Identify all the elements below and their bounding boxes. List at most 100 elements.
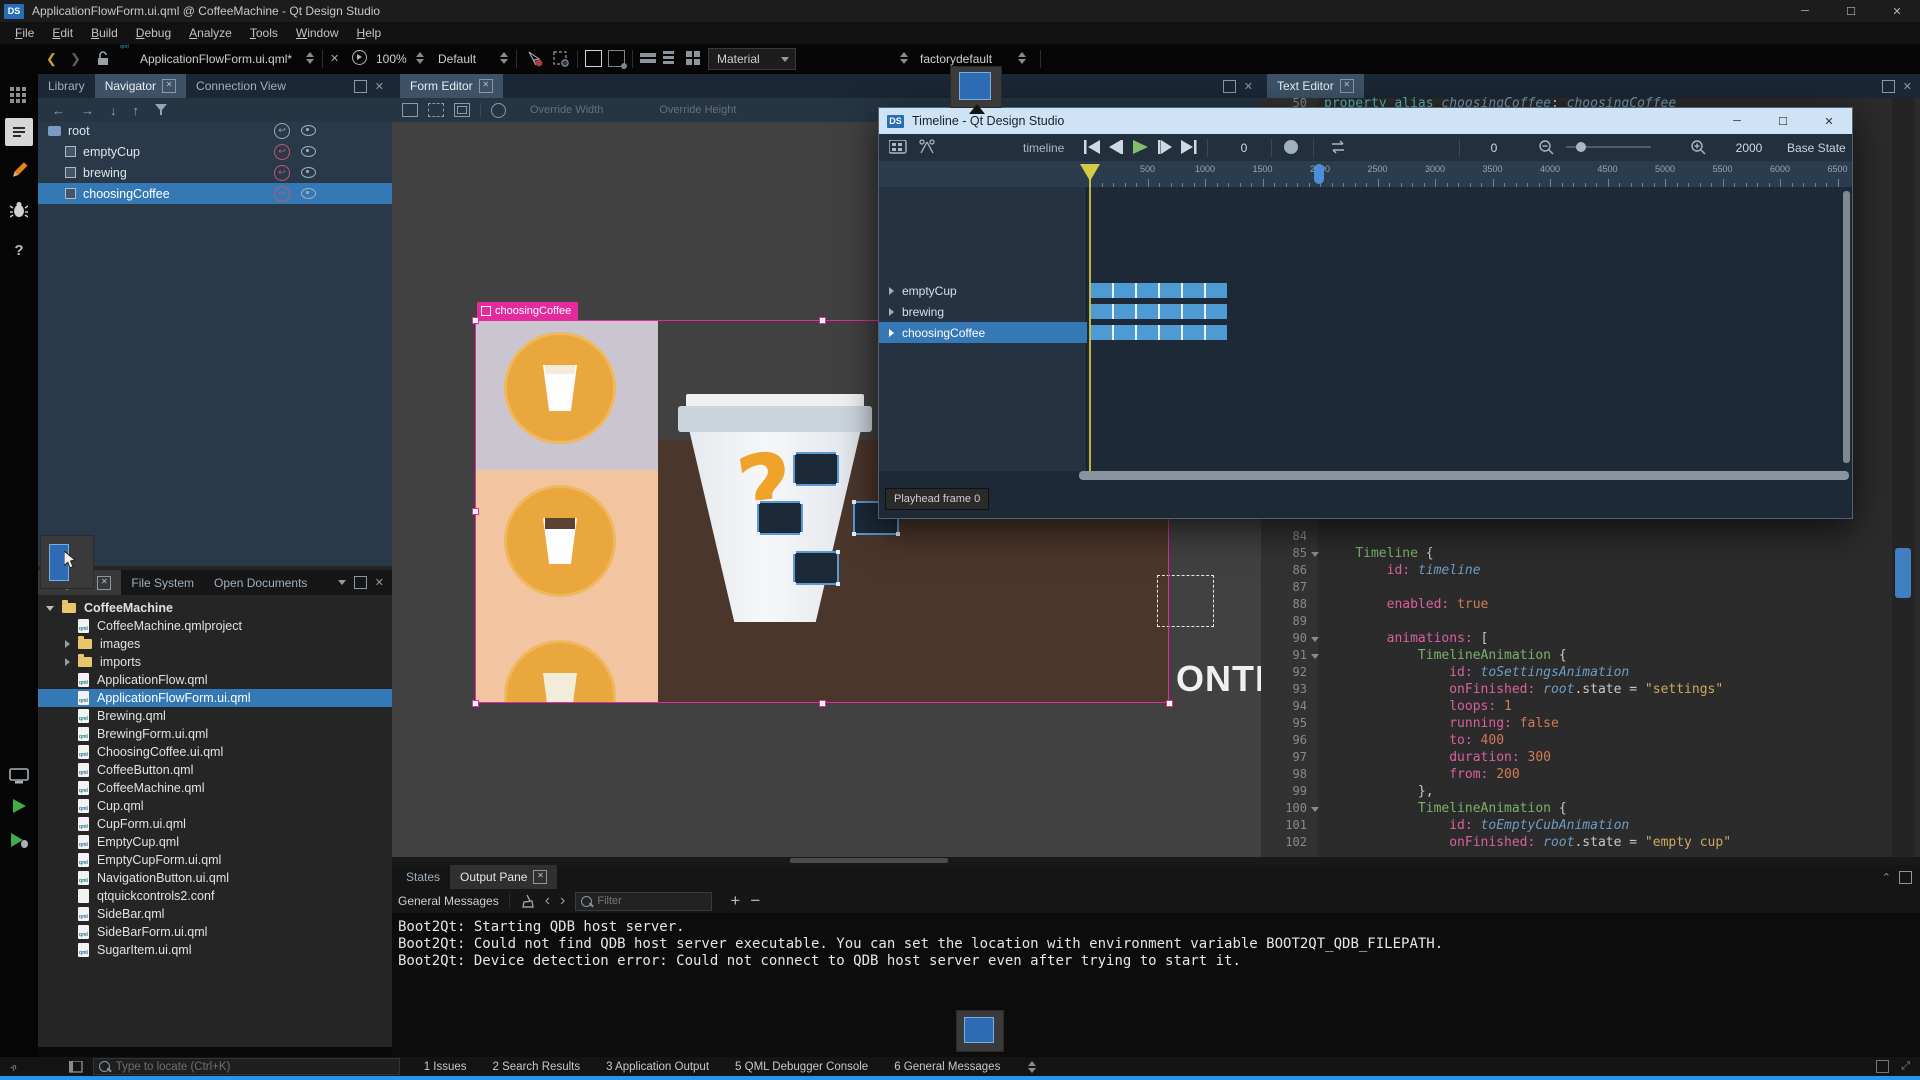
export-cursor-icon[interactable] — [526, 50, 544, 68]
material-dropdown[interactable]: Material — [708, 48, 796, 70]
help-icon[interactable]: ? — [5, 236, 33, 264]
menu-analyze[interactable]: Analyze — [180, 24, 241, 42]
project-file-CoffeeMachine.qml[interactable]: CoffeeMachine.qml — [38, 779, 392, 797]
close-icon[interactable]: ✕ — [533, 870, 547, 884]
project-file-EmptyCupForm.ui.qml[interactable]: EmptyCupForm.ui.qml — [38, 851, 392, 869]
navigator-row-choosingCoffee[interactable]: choosingCoffee ↩ — [38, 183, 392, 204]
snap-anchors-icon[interactable] — [428, 103, 444, 117]
rows-icon[interactable] — [663, 51, 675, 65]
zoom-in-icon[interactable] — [1691, 140, 1706, 155]
float-panel-icon[interactable] — [1223, 80, 1236, 93]
current-frame-field[interactable]: 0 — [1224, 141, 1264, 155]
fold-arrow-icon[interactable] — [1311, 637, 1319, 642]
timeline-window[interactable]: DS Timeline - Qt Design Studio ─ ☐ ✕ tim… — [878, 107, 1853, 519]
project-file-ApplicationFlow.qml[interactable]: ApplicationFlow.qml — [38, 671, 392, 689]
preview-icon[interactable] — [352, 50, 367, 65]
menu-help[interactable]: Help — [348, 24, 391, 42]
playhead-marker[interactable] — [1080, 164, 1100, 181]
move-right-icon[interactable]: → — [81, 103, 94, 118]
snap-margins-icon[interactable] — [454, 103, 470, 117]
close-panel-icon[interactable]: ✕ — [1903, 80, 1912, 93]
timeline-settings-icon[interactable] — [889, 140, 907, 154]
close-panel-icon[interactable]: ✕ — [375, 576, 384, 589]
move-up-icon[interactable]: ↑ — [133, 103, 140, 118]
track-brewing[interactable]: brewing — [879, 301, 1087, 322]
collapsed-arrow-icon[interactable] — [889, 308, 894, 316]
navigator-row-root[interactable]: root ↩ — [38, 120, 392, 141]
pane-stepper[interactable] — [1028, 1061, 1036, 1073]
bounding-rect-icon[interactable] — [585, 50, 602, 67]
filter-icon[interactable] — [155, 104, 168, 116]
close-icon[interactable]: ✕ — [1340, 79, 1354, 93]
pane-button-6-general-messages[interactable]: 6 General Messages — [894, 1061, 1000, 1073]
project-file-SideBarForm.ui.qml[interactable]: SideBarForm.ui.qml — [38, 923, 392, 941]
next-item-icon[interactable]: › — [560, 892, 565, 910]
menu-tools[interactable]: Tools — [241, 24, 287, 42]
float-panel-icon[interactable] — [1882, 80, 1895, 93]
fold-arrow-icon[interactable] — [1311, 654, 1319, 659]
zoom-out-icon[interactable]: − — [750, 891, 760, 911]
project-file-SugarItem.ui.qml[interactable]: SugarItem.ui.qml — [38, 941, 392, 959]
close-icon[interactable]: ✕ — [1874, 0, 1920, 22]
end-marker[interactable] — [1314, 164, 1324, 184]
no-snapping-icon[interactable] — [402, 103, 418, 117]
scrollbar-handle[interactable] — [1895, 548, 1911, 598]
project-file-Brewing.qml[interactable]: Brewing.qml — [38, 707, 392, 725]
timeline-vscrollbar[interactable] — [1843, 191, 1850, 463]
show-bounds-icon[interactable] — [491, 103, 506, 118]
tab-form-editor[interactable]: Form Editor✕ — [400, 74, 503, 98]
back-icon[interactable]: ❮ — [46, 51, 57, 67]
style-selector[interactable]: Default — [438, 52, 476, 66]
style-stepper[interactable] — [500, 52, 508, 64]
playback-start-field[interactable]: 0 — [1479, 141, 1509, 155]
maximize-icon[interactable]: ☐ — [1760, 110, 1806, 132]
navigator-row-brewing[interactable]: brewing ↩ — [38, 162, 392, 183]
project-file-imports[interactable]: imports — [38, 653, 392, 671]
maximize-icon[interactable]: ☐ — [1828, 0, 1874, 22]
snap-rect-icon[interactable] — [608, 50, 625, 67]
project-file-BrewingForm.ui.qml[interactable]: BrewingForm.ui.qml — [38, 725, 392, 743]
collapsed-arrow-icon[interactable] — [65, 658, 70, 666]
play-icon[interactable] — [1133, 140, 1148, 154]
project-file-NavigationButton.ui.qml[interactable]: NavigationButton.ui.qml — [38, 869, 392, 887]
pane-button-3-application-output[interactable]: 3 Application Output — [606, 1061, 709, 1073]
visibility-eye-icon[interactable] — [301, 188, 316, 199]
tab-output-pane[interactable]: Output Pane✕ — [450, 865, 557, 889]
channel-dropdown[interactable]: General Messages — [398, 894, 499, 908]
fold-arrow-icon[interactable] — [1311, 552, 1319, 557]
track-choosingCoffee[interactable]: choosingCoffee — [879, 322, 1087, 343]
export-icon[interactable]: ↩ — [274, 144, 290, 160]
document-stepper[interactable] — [306, 52, 314, 64]
visibility-eye-icon[interactable] — [301, 167, 316, 178]
toggle-sidebar-icon[interactable] — [69, 1061, 83, 1073]
lock-icon[interactable] — [96, 51, 110, 66]
project-file-SideBar.qml[interactable]: SideBar.qml — [38, 905, 392, 923]
project-file-Cup.qml[interactable]: Cup.qml — [38, 797, 392, 815]
move-down-icon[interactable]: ↓ — [110, 103, 117, 118]
columns-icon[interactable] — [640, 51, 657, 65]
playhead-line[interactable] — [1089, 175, 1091, 471]
visibility-eye-icon[interactable] — [301, 125, 316, 136]
state-stepper[interactable] — [1018, 52, 1026, 64]
pane-button-2-search-results[interactable]: 2 Search Results — [493, 1061, 581, 1073]
run-icon[interactable] — [5, 792, 33, 820]
zoom-stepper[interactable] — [416, 52, 424, 64]
canvas-hscrollbar[interactable] — [392, 857, 1920, 865]
move-left-icon[interactable]: ← — [52, 103, 65, 118]
fold-arrow-icon[interactable] — [1311, 807, 1319, 812]
frame-settings-icon[interactable] — [552, 50, 570, 68]
collapsed-arrow-icon[interactable] — [889, 329, 894, 337]
selection-handle[interactable] — [472, 700, 479, 707]
export-icon[interactable]: ↩ — [274, 123, 290, 139]
clear-icon[interactable] — [520, 894, 535, 909]
close-icon[interactable]: ✕ — [1806, 110, 1852, 132]
progress-details-icon[interactable]: » — [6, 1059, 21, 1074]
prev-frame-icon[interactable] — [1109, 140, 1123, 154]
to-end-icon[interactable] — [1181, 140, 1197, 154]
close-icon[interactable]: ✕ — [97, 576, 111, 590]
expanded-arrow-icon[interactable] — [46, 606, 54, 611]
collapsed-arrow-icon[interactable] — [65, 640, 70, 648]
tab-open-documents[interactable]: Open Documents — [204, 570, 317, 595]
panel-dropdown-icon[interactable] — [338, 580, 346, 585]
timeline-ruler[interactable]: 5001000150020002500300035004000450050005… — [879, 161, 1852, 187]
